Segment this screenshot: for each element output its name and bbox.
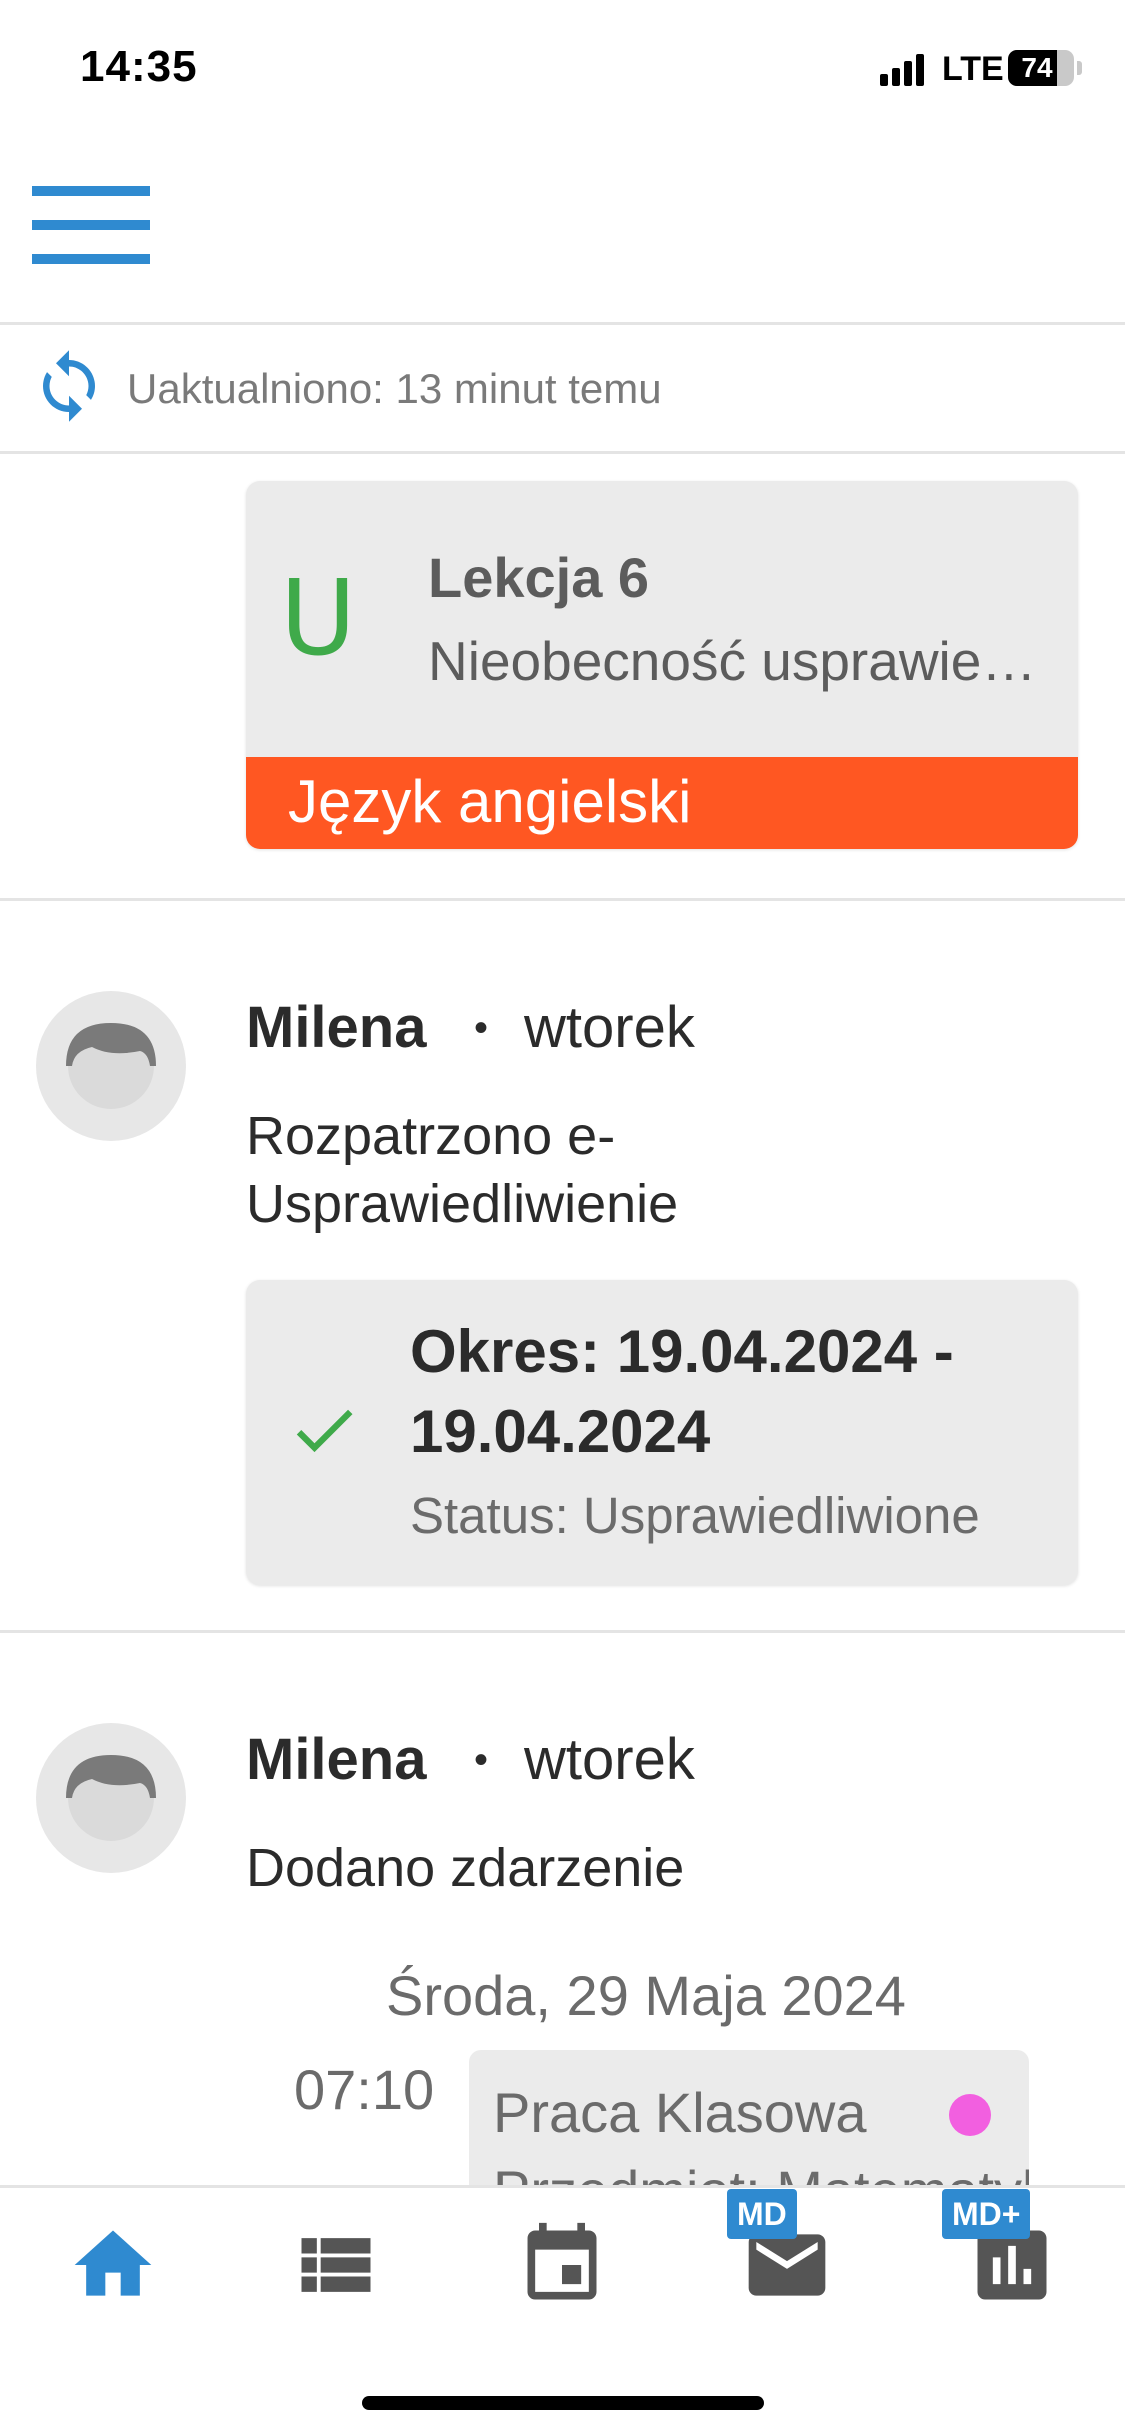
md-badge: MD	[727, 2189, 797, 2239]
lesson-subject-bar: Język angielski	[246, 757, 1078, 849]
status-bar: 14:35 LTE 74	[0, 0, 1125, 140]
event-subject: Przedmiot: Matematyka	[493, 2158, 1029, 2186]
battery-tip	[1077, 61, 1082, 75]
nav-messages[interactable]: MD	[727, 2189, 847, 2325]
event-card[interactable]: Praca Klasowa Przedmiot: Matematyka	[469, 2050, 1029, 2186]
attendance-letter: U	[280, 557, 357, 679]
post-day: wtorek	[524, 995, 695, 1060]
event-title: Praca Klasowa	[493, 2081, 867, 2144]
lesson-title: Lekcja 6	[428, 546, 650, 609]
status-time: 14:35	[80, 42, 198, 91]
calendar-icon	[527, 2222, 597, 2300]
nav-grades[interactable]: MD+	[942, 2189, 1072, 2325]
action-text: Dodano zdarzenie	[246, 1838, 685, 1898]
nav-list[interactable]	[276, 2205, 396, 2325]
md-plus-badge: MD+	[942, 2189, 1031, 2239]
avatar-person-icon	[66, 1755, 156, 1841]
action-text: Rozpatrzono e-	[246, 1106, 616, 1166]
battery-level: 74	[1021, 52, 1053, 83]
sync-icon[interactable]	[30, 347, 108, 425]
battery-icon: 74	[1008, 50, 1074, 86]
list-icon	[301, 2238, 371, 2292]
update-status-row[interactable]: Uaktualniono: 13 minut temu	[0, 325, 1125, 452]
separator-dot: •	[474, 1738, 489, 1782]
justification-card[interactable]: Okres: 19.04.2024 - 19.04.2024 Status: U…	[246, 1280, 1078, 1585]
event-time: 07:10	[294, 2058, 435, 2121]
lesson-card[interactable]: U Lekcja 6 Nieobecność usprawiedliwiona …	[246, 481, 1078, 849]
checkmark-icon	[296, 1409, 353, 1453]
home-icon	[74, 2230, 152, 2296]
lesson-subject: Język angielski	[288, 768, 692, 835]
last-updated-text: Uaktualniono: 13 minut temu	[127, 365, 662, 412]
network-type: LTE	[942, 50, 1004, 88]
period-range: Okres: 19.04.2024 - 19.04.2024	[410, 1318, 954, 1465]
signal-strength-icon	[880, 52, 924, 86]
update-divider	[0, 451, 1125, 454]
author-name: Milena	[246, 1727, 427, 1792]
home-indicator[interactable]	[362, 2396, 764, 2410]
nav-home[interactable]	[53, 2205, 173, 2325]
lesson-description: Nieobecność usprawiedliwiona	[428, 630, 1058, 692]
post-day: wtorek	[524, 1727, 695, 1792]
avatar-person-icon	[66, 1023, 156, 1109]
justification-status: Status: Usprawiedliwione	[410, 1487, 980, 1544]
event-date: Środa, 29 Maja 2024	[386, 1964, 906, 2027]
avatar[interactable]	[36, 1723, 186, 1873]
author-name: Milena	[246, 995, 427, 1060]
avatar[interactable]	[36, 991, 186, 1141]
event-color-dot	[949, 2094, 991, 2136]
action-text-line2: Usprawiedliwienie	[246, 1174, 679, 1234]
nav-calendar[interactable]	[502, 2205, 622, 2325]
feed-divider	[0, 898, 1125, 901]
separator-dot: •	[474, 1006, 489, 1050]
hamburger-menu-icon[interactable]	[32, 186, 150, 266]
feed-divider	[0, 1630, 1125, 1633]
